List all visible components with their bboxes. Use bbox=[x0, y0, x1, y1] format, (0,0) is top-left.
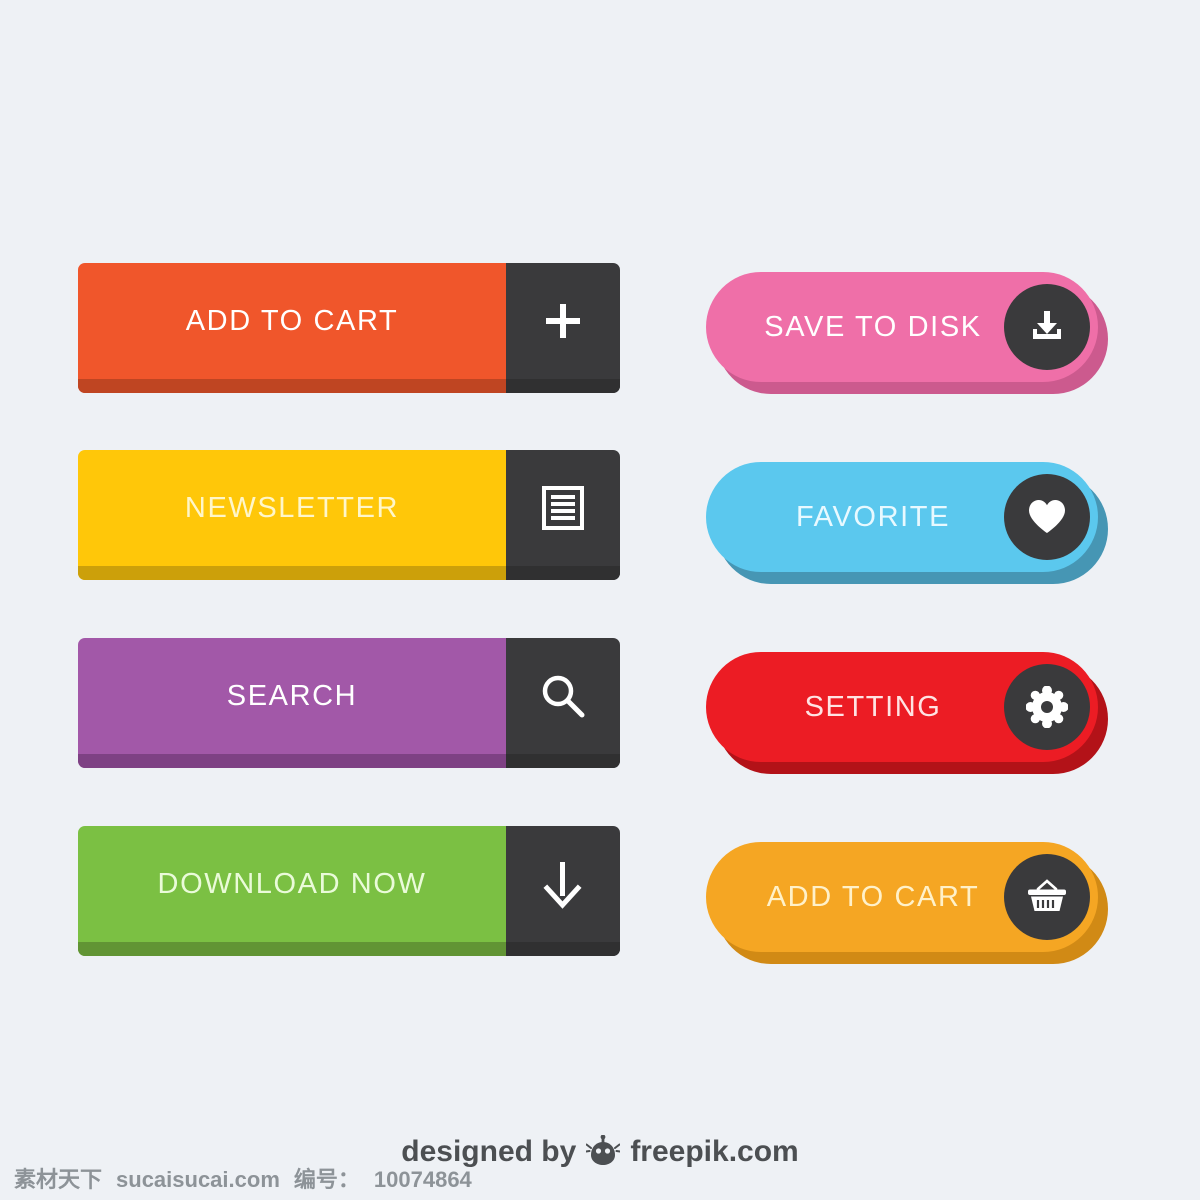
watermark-id-label: 编号： bbox=[293, 1167, 360, 1192]
magnifier-icon bbox=[542, 675, 585, 718]
save-to-disk-pill-button[interactable]: SAVE TO DISK bbox=[706, 272, 1108, 394]
button-body[interactable]: ADD TO CART bbox=[78, 263, 506, 393]
document-list-icon bbox=[542, 486, 584, 530]
search-rect-button[interactable]: SEARCH bbox=[78, 638, 620, 768]
heart-icon bbox=[1029, 500, 1065, 533]
button-body[interactable]: NEWSLETTER bbox=[78, 450, 506, 580]
newsletter-rect-button[interactable]: NEWSLETTER bbox=[78, 450, 620, 580]
plus-icon-panel[interactable] bbox=[506, 263, 620, 393]
add-to-cart-pill-button[interactable]: ADD TO CART bbox=[706, 842, 1108, 964]
site-watermark: 素材天下 sucaisucai.com 编号： 10074864 bbox=[14, 1162, 472, 1194]
add-to-cart-rect-button[interactable]: ADD TO CART bbox=[78, 263, 620, 393]
button-label: SEARCH bbox=[226, 679, 358, 712]
watermark-site-name: 素材天下 bbox=[14, 1167, 103, 1192]
gear-icon-knob[interactable] bbox=[1004, 664, 1090, 750]
watermark-id-value: 10074864 bbox=[373, 1167, 472, 1192]
button-label: ADD TO CART bbox=[185, 304, 399, 337]
save-download-icon bbox=[1033, 311, 1061, 339]
button-label: SAVE TO DISK bbox=[764, 310, 982, 343]
button-label: NEWSLETTER bbox=[184, 491, 400, 524]
button-showcase-canvas: ADD TO CART NEWSLETTER SEARCH DOWNLOAD N… bbox=[0, 0, 1200, 1200]
gear-icon bbox=[1026, 686, 1068, 728]
document-list-icon-panel[interactable] bbox=[506, 450, 620, 580]
plus-icon bbox=[546, 304, 580, 338]
arrow-down-icon-panel[interactable] bbox=[506, 826, 620, 956]
favorite-pill-button[interactable]: FAVORITE bbox=[706, 462, 1108, 584]
button-label: FAVORITE bbox=[795, 500, 951, 533]
credit-suffix: freepik.com bbox=[630, 1135, 799, 1168]
freepik-mascot-icon bbox=[586, 1135, 621, 1165]
button-body[interactable]: SEARCH bbox=[78, 638, 506, 768]
arrow-down-icon bbox=[543, 862, 582, 909]
button-label: DOWNLOAD NOW bbox=[157, 867, 427, 900]
basket-icon-knob[interactable] bbox=[1004, 854, 1090, 940]
save-download-icon-knob[interactable] bbox=[1004, 284, 1090, 370]
download-now-rect-button[interactable]: DOWNLOAD NOW bbox=[78, 826, 620, 956]
heart-icon-knob[interactable] bbox=[1004, 474, 1090, 560]
setting-pill-button[interactable]: SETTING bbox=[706, 652, 1108, 774]
watermark-domain: sucaisucai.com bbox=[116, 1167, 280, 1192]
button-body[interactable]: DOWNLOAD NOW bbox=[78, 826, 506, 956]
button-label: SETTING bbox=[804, 690, 942, 723]
button-label: ADD TO CART bbox=[766, 880, 980, 913]
basket-icon bbox=[1028, 879, 1066, 911]
magnifier-icon-panel[interactable] bbox=[506, 638, 620, 768]
